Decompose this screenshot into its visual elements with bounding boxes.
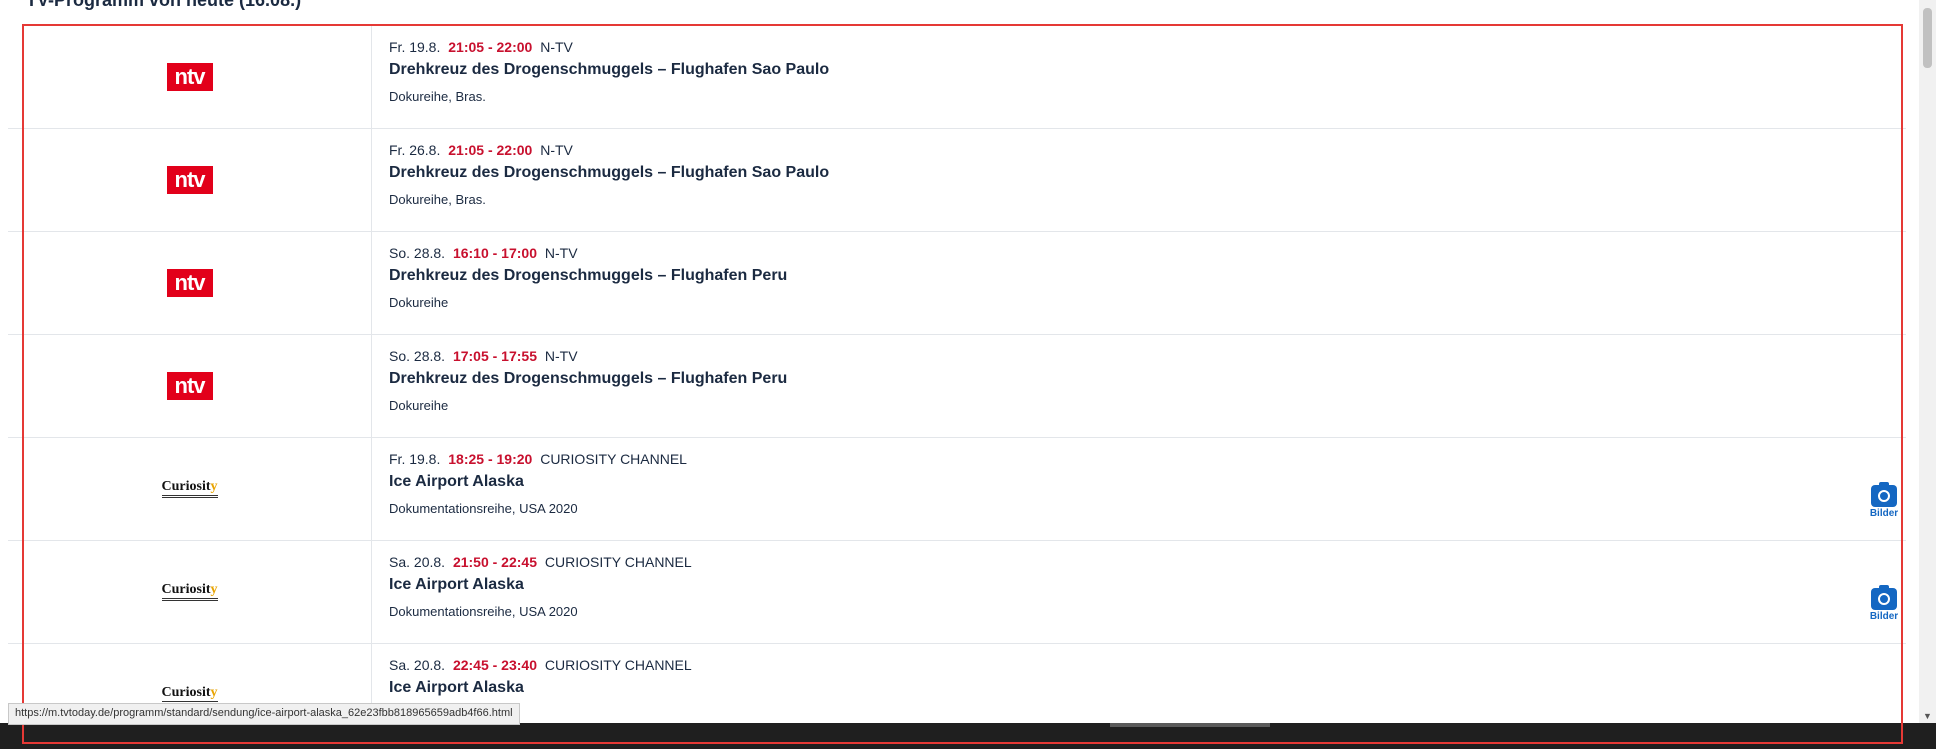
broadcast-time: 21:05 - 22:00 (448, 142, 533, 158)
show-title[interactable]: Drehkreuz des Drogenschmuggels – Flughaf… (389, 164, 1906, 182)
broadcast-date: Fr. 26.8. (389, 142, 441, 158)
broadcast-time: 21:05 - 22:00 (448, 39, 533, 55)
listing-info[interactable]: So. 28.8. 17:05 - 17:55 N-TV Drehkreuz de… (372, 335, 1906, 437)
broadcast-date: So. 28.8. (389, 245, 446, 261)
camera-icon (1871, 585, 1897, 610)
show-genre: Dokureihe (389, 398, 449, 413)
show-genre: Dokureihe, Bras. (389, 192, 486, 207)
channel-logo-cell[interactable]: ntv (8, 26, 372, 128)
status-bar-url: https://m.tvtoday.de/programm/standard/s… (8, 703, 520, 725)
broadcast-date: Sa. 20.8. (389, 554, 446, 570)
ntv-logo: ntv (166, 269, 213, 297)
vertical-scrollbar[interactable]: ▼ (1919, 0, 1936, 723)
listing-info[interactable]: Sa. 20.8. 21:50 - 22:45 CURIOSITY CHANNE… (372, 541, 1906, 643)
broadcast-meta: Fr. 19.8. 21:05 - 22:00 N-TV (389, 39, 1906, 57)
ntv-logo: ntv (166, 63, 213, 91)
broadcast-time: 21:50 - 22:45 (452, 554, 537, 570)
channel-logo-cell[interactable]: ntv (8, 335, 372, 437)
images-label: Bilder (1869, 611, 1899, 622)
broadcast-meta: Sa. 20.8. 22:45 - 23:40 CURIOSITY CHANNE… (389, 657, 1906, 675)
listing-list: ntv Fr. 19.8. 21:05 - 22:00 N-TV Drehkreuz… (8, 26, 1906, 747)
channel-logo-cell[interactable]: Curiosity (8, 438, 372, 540)
images-label: Bilder (1869, 508, 1899, 519)
curiosity-logo: Curiosity (161, 685, 218, 704)
broadcast-time: 16:10 - 17:00 (452, 245, 537, 261)
listing-info[interactable]: Fr. 26.8. 21:05 - 22:00 N-TV Drehkreuz de… (372, 129, 1906, 231)
ntv-logo: ntv (166, 166, 213, 194)
curiosity-logo: Curiosity (161, 582, 218, 601)
curiosity-logo-accent: y (210, 685, 218, 700)
channel-logo-cell[interactable]: ntv (8, 232, 372, 334)
broadcast-date: Sa. 20.8. (389, 657, 446, 673)
chevron-down-icon[interactable]: ▼ (1923, 711, 1932, 721)
broadcast-date: Fr. 19.8. (389, 451, 441, 467)
listing-info[interactable]: So. 28.8. 16:10 - 17:00 N-TV Drehkreuz de… (372, 232, 1906, 334)
listing-row[interactable]: Curiosity Fr. 19.8. 18:25 - 19:20 CURIOSI… (8, 438, 1906, 541)
broadcast-meta: Fr. 26.8. 21:05 - 22:00 N-TV (389, 142, 1906, 160)
broadcast-time: 22:45 - 23:40 (452, 657, 537, 673)
show-title[interactable]: Ice Airport Alaska (389, 679, 1906, 697)
curiosity-logo-text: Curiosit (161, 582, 211, 597)
broadcast-meta: So. 28.8. 16:10 - 17:00 N-TV (389, 245, 1906, 263)
scrollbar-thumb[interactable] (1923, 8, 1932, 68)
show-title[interactable]: Drehkreuz des Drogenschmuggels – Flughaf… (389, 267, 1906, 285)
show-title[interactable]: Ice Airport Alaska (389, 473, 1906, 491)
curiosity-logo-accent: y (210, 479, 218, 494)
broadcast-channel: N-TV (540, 39, 573, 55)
taskbar (0, 723, 1936, 749)
show-genre: Dokureihe (389, 295, 449, 310)
curiosity-logo-accent: y (210, 582, 218, 597)
broadcast-channel: CURIOSITY CHANNEL (540, 451, 687, 467)
listing-row[interactable]: ntv So. 28.8. 16:10 - 17:00 N-TV Drehkreuz… (8, 232, 1906, 335)
taskbar-active-item[interactable] (1110, 723, 1270, 727)
show-genre: Dokureihe, Bras. (389, 89, 486, 104)
show-title[interactable]: Ice Airport Alaska (389, 576, 1906, 594)
curiosity-logo: Curiosity (161, 479, 218, 498)
broadcast-time: 17:05 - 17:55 (452, 348, 537, 364)
broadcast-meta: Sa. 20.8. 21:50 - 22:45 CURIOSITY CHANNE… (389, 554, 1906, 572)
listing-row[interactable]: ntv So. 28.8. 17:05 - 17:55 N-TV Drehkreuz… (8, 335, 1906, 438)
broadcast-channel: CURIOSITY CHANNEL (544, 554, 692, 570)
show-title[interactable]: Drehkreuz des Drogenschmuggels – Flughaf… (389, 61, 1906, 79)
ntv-logo: ntv (166, 372, 213, 400)
broadcast-channel: CURIOSITY CHANNEL (544, 657, 692, 673)
images-button[interactable]: Bilder (1868, 585, 1900, 622)
curiosity-logo-text: Curiosit (161, 479, 211, 494)
curiosity-logo-text: Curiosit (161, 685, 211, 700)
channel-logo-cell[interactable]: Curiosity (8, 541, 372, 643)
channel-logo-cell[interactable]: ntv (8, 129, 372, 231)
broadcast-time: 18:25 - 19:20 (448, 451, 533, 467)
broadcast-channel: N-TV (544, 245, 578, 261)
show-genre: Dokumentationsreihe, USA 2020 (389, 604, 578, 619)
listing-row[interactable]: ntv Fr. 19.8. 21:05 - 22:00 N-TV Drehkreuz… (8, 26, 1906, 129)
listing-info[interactable]: Fr. 19.8. 21:05 - 22:00 N-TV Drehkreuz de… (372, 26, 1906, 128)
broadcast-date: So. 28.8. (389, 348, 446, 364)
show-genre: Dokumentationsreihe, USA 2020 (389, 501, 578, 516)
broadcast-date: Fr. 19.8. (389, 39, 441, 55)
broadcast-meta: Fr. 19.8. 18:25 - 19:20 CURIOSITY CHANNE… (389, 451, 1906, 469)
images-button[interactable]: Bilder (1868, 482, 1900, 519)
page-title: TV-Programm von heute (16.08.) (26, 0, 302, 10)
broadcast-channel: N-TV (544, 348, 578, 364)
broadcast-channel: N-TV (540, 142, 573, 158)
camera-icon (1871, 482, 1897, 507)
listing-row[interactable]: ntv Fr. 26.8. 21:05 - 22:00 N-TV Drehkreuz… (8, 129, 1906, 232)
broadcast-meta: So. 28.8. 17:05 - 17:55 N-TV (389, 348, 1906, 366)
show-title[interactable]: Drehkreuz des Drogenschmuggels – Flughaf… (389, 370, 1906, 388)
listing-info[interactable]: Fr. 19.8. 18:25 - 19:20 CURIOSITY CHANNE… (372, 438, 1906, 540)
listing-row[interactable]: Curiosity Sa. 20.8. 21:50 - 22:45 CURIOSI… (8, 541, 1906, 644)
